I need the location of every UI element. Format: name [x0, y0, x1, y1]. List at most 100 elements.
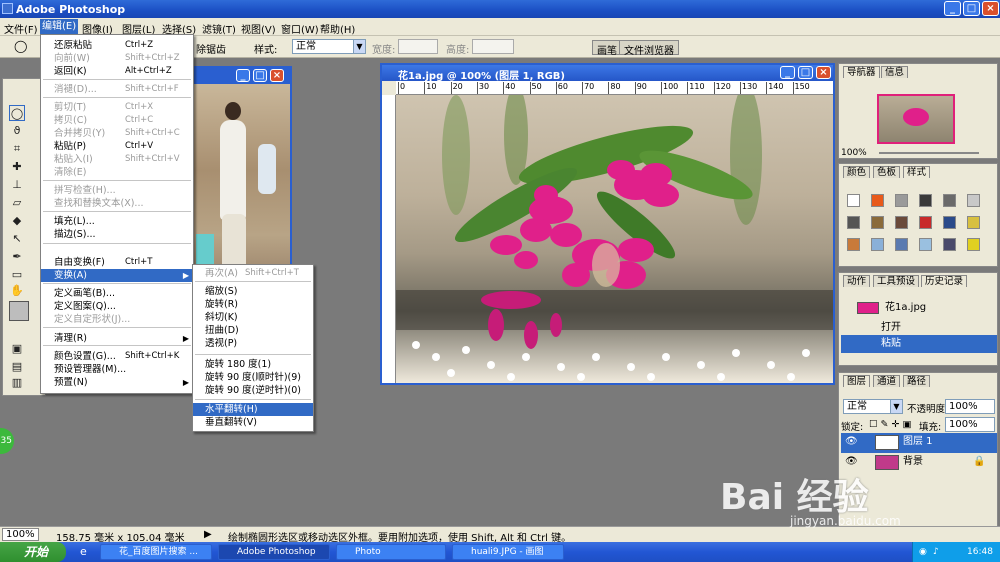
- foreground-color-swatch[interactable]: [9, 301, 29, 321]
- imageready-icon[interactable]: ▥: [9, 375, 25, 391]
- taskbar-item-photo-folder[interactable]: Photo: [336, 544, 446, 560]
- eye-icon[interactable]: 👁: [845, 433, 858, 451]
- edit-menu-item[interactable]: 变换(A) ▶: [41, 269, 193, 282]
- transform-menu-item[interactable]: 透视(P): [193, 337, 313, 350]
- tab-swatches[interactable]: 色板: [873, 166, 901, 178]
- volume-icon[interactable]: ♪: [933, 542, 939, 562]
- edit-menu-item[interactable]: 粘贴(P) Ctrl+V: [41, 140, 193, 153]
- lasso-tool-icon[interactable]: ϑ: [9, 123, 25, 139]
- tab-tool-presets[interactable]: 工具预设: [873, 275, 920, 287]
- blur-tool-icon[interactable]: ◆: [9, 213, 25, 229]
- edit-menu-item[interactable]: 返回(K) Alt+Ctrl+Z: [41, 65, 193, 78]
- document-window[interactable]: 花1a.jpg @ 100% (图层 1, RGB) _ □ × 0 10 20 30…: [380, 63, 835, 385]
- edit-menu-item[interactable]: 预置(N) ▶: [41, 376, 193, 389]
- style-swatch[interactable]: [919, 216, 932, 229]
- style-select[interactable]: 正常 ▼: [292, 39, 366, 54]
- menu-view[interactable]: 视图(V): [241, 21, 276, 36]
- opacity-field[interactable]: 100%: [945, 399, 995, 414]
- tab-brushes[interactable]: 画笔: [592, 40, 622, 57]
- path-tool-icon[interactable]: ↖: [9, 231, 25, 247]
- transform-menu-item[interactable]: 斜切(K): [193, 311, 313, 324]
- marquee-tool-icon[interactable]: ◯: [9, 105, 25, 121]
- minimize-icon[interactable]: _: [944, 1, 961, 16]
- navigator-thumbnail[interactable]: [877, 94, 955, 144]
- transform-menu-item[interactable]: 水平翻转(H): [193, 403, 313, 416]
- edit-menu-item[interactable]: 预设管理器(M)...: [41, 363, 193, 376]
- maximize-icon[interactable]: □: [963, 1, 980, 16]
- menu-file[interactable]: 文件(F): [4, 21, 38, 36]
- close-icon[interactable]: ×: [982, 1, 999, 16]
- style-swatch[interactable]: [919, 238, 932, 251]
- tab-history[interactable]: 历史记录: [921, 275, 968, 287]
- zoom-slider[interactable]: [879, 152, 979, 154]
- tab-styles[interactable]: 样式: [903, 166, 931, 178]
- tab-info[interactable]: 信息: [881, 66, 909, 78]
- edit-menu-item[interactable]: 填充(L)...: [41, 215, 193, 228]
- taskbar-item-photoshop[interactable]: Adobe Photoshop: [218, 544, 330, 560]
- close-icon[interactable]: ×: [270, 69, 284, 82]
- style-swatch[interactable]: [895, 238, 908, 251]
- transform-menu-item[interactable]: 旋转(R): [193, 298, 313, 311]
- style-swatch[interactable]: [967, 216, 980, 229]
- edit-menu-item[interactable]: 自由变换(F) Ctrl+T: [41, 256, 193, 269]
- tab-paths[interactable]: 路径: [903, 375, 931, 387]
- transform-menu-item[interactable]: 垂直翻转(V): [193, 416, 313, 429]
- crop-tool-icon[interactable]: ⌗: [9, 141, 25, 157]
- history-snapshot[interactable]: 花1a.jpg: [841, 299, 997, 317]
- standard-mode-icon[interactable]: ▣: [9, 341, 25, 357]
- tab-channels[interactable]: 通道: [873, 375, 901, 387]
- eraser-tool-icon[interactable]: ▱: [9, 195, 25, 211]
- status-zoom[interactable]: 100%: [2, 528, 39, 541]
- minimize-icon[interactable]: _: [780, 66, 795, 79]
- stamp-tool-icon[interactable]: ⊥: [9, 177, 25, 193]
- arrow-right-icon[interactable]: ▶: [204, 529, 212, 540]
- notes-tool-icon[interactable]: ▭: [9, 267, 25, 283]
- tab-file-browser[interactable]: 文件浏览器: [619, 40, 679, 57]
- blend-mode-select[interactable]: 正常 ▼: [843, 399, 903, 414]
- minimize-icon[interactable]: _: [236, 69, 250, 82]
- style-swatch[interactable]: [919, 194, 932, 207]
- heal-tool-icon[interactable]: ✚: [9, 159, 25, 175]
- style-swatch[interactable]: [871, 238, 884, 251]
- edit-menu-item[interactable]: 颜色设置(G)... Shift+Ctrl+K: [41, 350, 193, 363]
- start-button[interactable]: 开始: [0, 542, 66, 562]
- edit-menu-item[interactable]: 还原粘贴 Ctrl+Z: [41, 39, 193, 52]
- tab-layers[interactable]: 图层: [843, 375, 871, 387]
- edit-menu-item[interactable]: 描边(S)...: [41, 228, 193, 241]
- lock-icons[interactable]: ☐ ✎ ✛ ▣: [869, 419, 911, 430]
- navigator-zoom[interactable]: 100%: [841, 148, 867, 158]
- ie-icon[interactable]: e: [80, 545, 87, 558]
- width-field[interactable]: [398, 39, 438, 54]
- menu-help[interactable]: 帮助(H): [320, 21, 355, 36]
- history-item-paste[interactable]: 粘贴: [841, 335, 997, 353]
- maximize-icon[interactable]: □: [253, 69, 267, 82]
- pen-tool-icon[interactable]: ✒: [9, 249, 25, 265]
- floating-badge[interactable]: 35: [0, 428, 14, 454]
- menu-edit[interactable]: 编辑(E): [40, 19, 79, 34]
- hand-tool-icon[interactable]: ✋: [9, 283, 25, 299]
- transform-menu-item[interactable]: 扭曲(D): [193, 324, 313, 337]
- edit-menu-item[interactable]: 定义图案(Q)...: [41, 300, 193, 313]
- style-swatch[interactable]: [943, 216, 956, 229]
- clock[interactable]: 16:48: [967, 542, 993, 562]
- transform-menu-item[interactable]: 旋转 90 度(顺时针)(9): [193, 371, 313, 384]
- style-swatch[interactable]: [943, 238, 956, 251]
- antialias-label[interactable]: 除锯齿: [196, 41, 226, 56]
- screen-mode-icon[interactable]: ▤: [9, 359, 25, 375]
- style-swatch[interactable]: [871, 216, 884, 229]
- style-swatch[interactable]: [895, 216, 908, 229]
- transform-menu-item[interactable]: 缩放(S): [193, 285, 313, 298]
- menu-window[interactable]: 窗口(W): [281, 21, 319, 36]
- style-swatch[interactable]: [943, 194, 956, 207]
- transform-menu-item[interactable]: 旋转 90 度(逆时针)(0): [193, 384, 313, 397]
- transform-menu-item[interactable]: 旋转 180 度(1): [193, 358, 313, 371]
- style-swatch[interactable]: [871, 194, 884, 207]
- menu-filter[interactable]: 滤镜(T): [202, 21, 236, 36]
- layer-row-layer1[interactable]: 👁 图层 1: [841, 433, 997, 453]
- edit-menu-item[interactable]: 清理(R) ▶: [41, 332, 193, 345]
- tab-navigator[interactable]: 导航器: [843, 66, 880, 78]
- style-swatch[interactable]: [895, 194, 908, 207]
- style-swatch[interactable]: [967, 194, 980, 207]
- style-swatch[interactable]: [847, 194, 860, 207]
- taskbar-item-browser[interactable]: 花_百度图片搜索 ...: [100, 544, 212, 560]
